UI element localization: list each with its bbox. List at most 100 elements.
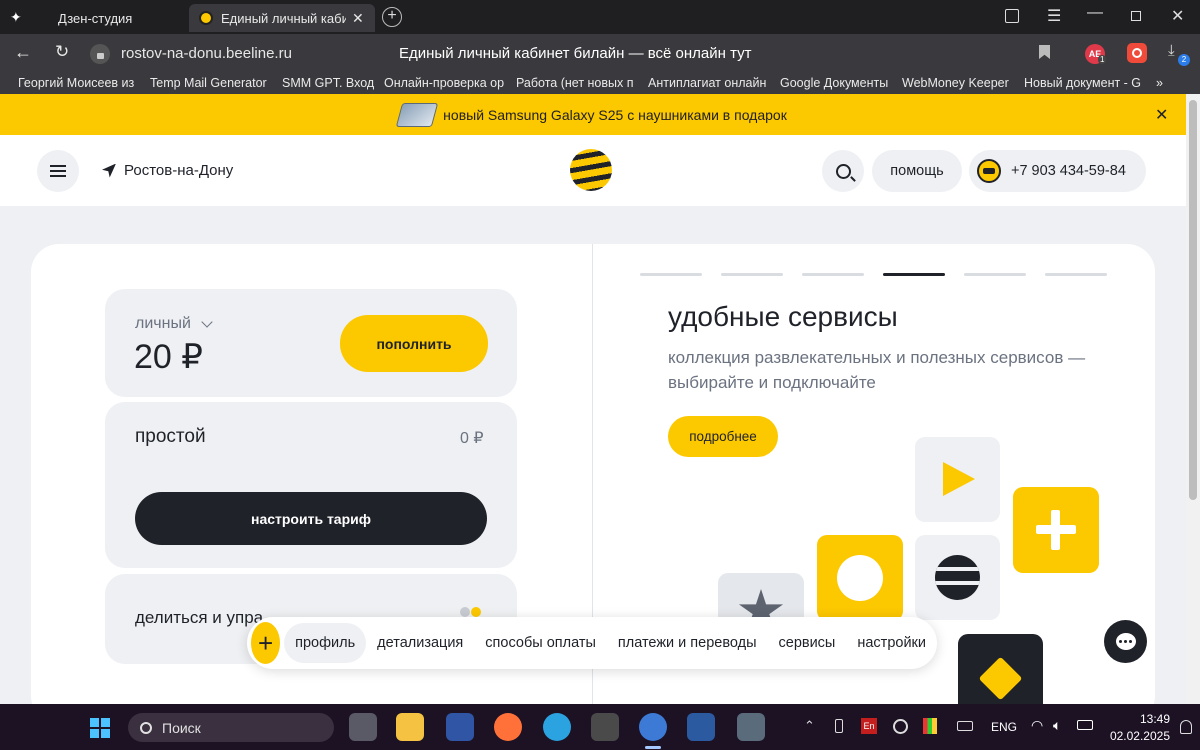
- file-explorer-icon[interactable]: [396, 713, 424, 741]
- nav-services[interactable]: сервисы: [768, 623, 847, 663]
- menu-lines-icon: [935, 555, 980, 600]
- en-tray-icon[interactable]: En: [861, 718, 877, 734]
- battery-icon[interactable]: [1077, 720, 1093, 730]
- more-button[interactable]: подробнее: [668, 416, 778, 457]
- tariff-price: 0 ₽: [460, 430, 484, 447]
- downloads-icon[interactable]: ⤓: [1168, 42, 1175, 59]
- promo-banner[interactable]: новый Samsung Galaxy S25 с наушниками в …: [0, 94, 1186, 135]
- chat-button[interactable]: [1104, 620, 1147, 663]
- tab-close-icon[interactable]: ✕: [352, 10, 364, 27]
- lines-tile: [915, 535, 1000, 620]
- carousel-dot[interactable]: [802, 273, 864, 276]
- powershell-icon[interactable]: [687, 713, 715, 741]
- city-selector[interactable]: Ростов-на-Дону: [102, 162, 233, 179]
- bookmark-item[interactable]: Антиплагиат онлайн: [640, 76, 772, 90]
- magic-app-icon[interactable]: [591, 713, 619, 741]
- back-icon[interactable]: ←: [14, 42, 32, 63]
- nav-payment-methods[interactable]: способы оплаты: [474, 623, 607, 663]
- carousel-dot[interactable]: [964, 273, 1026, 276]
- chat-bubble-icon: [1115, 633, 1136, 650]
- minimize-icon[interactable]: —: [1087, 4, 1103, 22]
- carousel-description: коллекция развлекательных и полезных сер…: [668, 348, 1086, 392]
- wifi-icon[interactable]: ◠: [1031, 717, 1043, 734]
- help-button[interactable]: помощь: [872, 150, 962, 192]
- reload-icon[interactable]: ↻: [55, 42, 69, 62]
- more-label: подробнее: [689, 429, 757, 444]
- extension-red-icon[interactable]: [1127, 43, 1147, 63]
- bookmark-item[interactable]: SMM GPT. Вход: [274, 76, 376, 90]
- url-text[interactable]: rostov-na-donu.beeline.ru: [121, 45, 292, 62]
- app-icon[interactable]: [446, 713, 474, 741]
- carousel-dot[interactable]: [640, 273, 702, 276]
- volume-icon[interactable]: 🔈︎: [1053, 717, 1061, 734]
- tab-beeline-cabinet[interactable]: Единый личный кабинет билайн ✕: [189, 4, 375, 32]
- bookmark-item[interactable]: Temp Mail Generator: [142, 76, 274, 90]
- scrollbar-thumb[interactable]: [1189, 100, 1197, 500]
- nav-details[interactable]: детализация: [366, 623, 474, 663]
- keyboard-icon[interactable]: [957, 721, 973, 731]
- yandex-browser-icon[interactable]: [639, 713, 667, 741]
- carousel-dot[interactable]: [721, 273, 783, 276]
- bookmark-icon[interactable]: [1039, 45, 1050, 59]
- sync-tray-icon[interactable]: [893, 719, 908, 734]
- phone-promo-icon: [395, 102, 439, 127]
- bookmark-item[interactable]: WebMoney Keeper: [894, 76, 1016, 90]
- page-scrollbar[interactable]: [1186, 94, 1200, 704]
- search-button[interactable]: [822, 150, 864, 192]
- configure-tariff-button[interactable]: настроить тариф: [135, 492, 487, 545]
- close-window-icon[interactable]: ✕: [1171, 6, 1184, 26]
- new-tab-button[interactable]: +: [382, 7, 402, 27]
- address-bar-row: ← ↻ rostov-na-donu.beeline.ru Единый лич…: [0, 34, 1200, 72]
- tab-dzen-studio[interactable]: Дзен-студия: [48, 4, 183, 32]
- carousel-title: удобные сервисы: [668, 301, 898, 332]
- browser-menu-icon[interactable]: ✦: [10, 9, 26, 25]
- city-label: Ростов-на-Дону: [124, 162, 234, 179]
- taskbar-search[interactable]: Поиск: [128, 713, 334, 742]
- tab-manager-icon[interactable]: [1005, 9, 1019, 23]
- task-view-icon[interactable]: [349, 713, 377, 741]
- topup-button[interactable]: пополнить: [340, 315, 488, 372]
- firefox-icon[interactable]: [494, 713, 522, 741]
- bookmark-item[interactable]: Георгий Моисеев из: [10, 76, 142, 90]
- robot-avatar-icon: [977, 159, 1001, 183]
- carousel-dot-active[interactable]: [883, 273, 945, 276]
- add-button[interactable]: +: [251, 622, 281, 664]
- windows-start-icon[interactable]: [90, 718, 110, 738]
- nav-profile[interactable]: профиль: [284, 623, 367, 663]
- account-type-selector[interactable]: личный: [135, 315, 213, 333]
- menu-button[interactable]: [37, 150, 79, 192]
- bookmark-item[interactable]: Онлайн-проверка ор: [376, 76, 508, 90]
- phone-number: +7 903 434-59-84: [1011, 163, 1126, 179]
- account-type-label: личный: [135, 315, 191, 332]
- notifications-icon[interactable]: [1180, 720, 1192, 734]
- tray-chevron-icon[interactable]: ⌃: [804, 718, 815, 734]
- bookmarks-overflow-button[interactable]: »: [1148, 76, 1171, 90]
- bookmark-item[interactable]: Работа (нет новых п: [508, 76, 640, 90]
- promo-close-icon[interactable]: ✕: [1155, 105, 1168, 125]
- beeline-logo[interactable]: [570, 149, 612, 191]
- language-indicator[interactable]: ENG: [991, 720, 1017, 734]
- location-arrow-icon: [102, 163, 116, 178]
- clock-date[interactable]: 02.02.2025: [1105, 729, 1170, 743]
- carousel-indicators: [640, 273, 1110, 277]
- lock-icon: [90, 44, 110, 64]
- plus-tile: [1013, 487, 1099, 573]
- clock-time[interactable]: 13:49: [1130, 712, 1170, 726]
- restore-icon[interactable]: [1131, 11, 1141, 21]
- browser-menu-button[interactable]: ☰: [1047, 6, 1061, 26]
- profile-phone-button[interactable]: +7 903 434-59-84: [969, 150, 1146, 192]
- browser-tabbar: ✦ Дзен-студия Единый личный кабинет била…: [0, 0, 1200, 34]
- monitor-icon[interactable]: [737, 713, 765, 741]
- nav-payments-transfers[interactable]: платежи и переводы: [607, 623, 768, 663]
- configure-tariff-label: настроить тариф: [251, 510, 371, 527]
- carousel-dot[interactable]: [1045, 273, 1107, 276]
- app-tray-icon[interactable]: [923, 718, 937, 734]
- bookmark-item[interactable]: Новый документ - G: [1016, 76, 1148, 90]
- chevron-down-icon: [201, 316, 213, 328]
- bookmark-item[interactable]: Google Документы: [772, 76, 894, 90]
- telegram-icon[interactable]: [543, 713, 571, 741]
- usb-icon[interactable]: [835, 719, 843, 733]
- nav-settings[interactable]: настройки: [846, 623, 937, 663]
- add-icon: +: [257, 627, 274, 658]
- downloads-badge: 2: [1178, 54, 1190, 66]
